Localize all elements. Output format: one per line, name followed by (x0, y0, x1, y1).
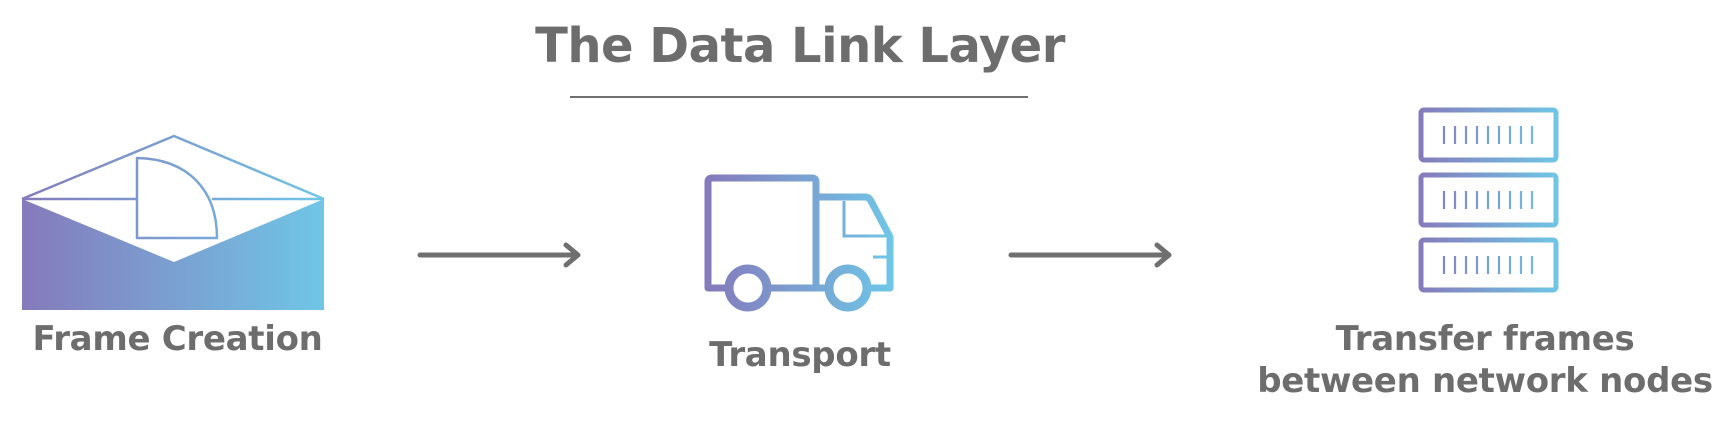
step-label-frame-creation: Frame Creation (32, 319, 323, 359)
step-label-transfer-frames: Transfer frames between network nodes (1257, 319, 1713, 401)
arrow-right-icon (1008, 242, 1172, 268)
truck-icon (704, 174, 894, 312)
step-label-transport: Transport (709, 335, 891, 375)
server-stack-icon (1418, 107, 1559, 293)
envelope-icon (21, 134, 325, 310)
arrow-right-icon (417, 242, 581, 268)
